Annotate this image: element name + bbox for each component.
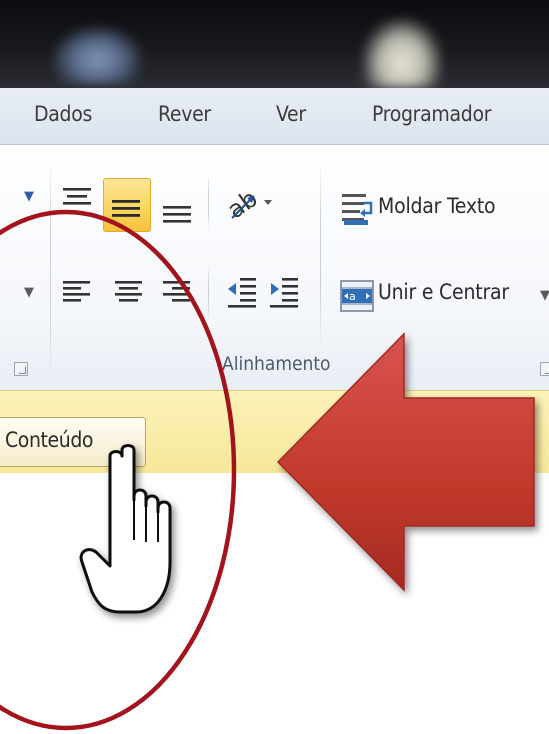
enable-content-label: Conteúdo (5, 428, 94, 452)
chevron-down-icon[interactable]: ▼ (24, 189, 34, 204)
chevron-down-icon[interactable]: ▼ (24, 285, 34, 300)
blurred-window-icon (50, 24, 145, 84)
alignment-group-label: Alinhamento (222, 353, 331, 375)
dialog-launcher-icon[interactable] (14, 362, 28, 376)
window-title-area (0, 0, 549, 88)
worksheet-area (0, 473, 549, 734)
divider (208, 265, 209, 320)
divider (320, 160, 321, 350)
blurred-document-icon (362, 18, 442, 88)
tab-ver[interactable]: Ver (276, 102, 306, 126)
align-bottom-icon[interactable] (162, 202, 192, 228)
align-center-icon[interactable] (114, 280, 144, 306)
enable-content-button[interactable]: Conteúdo (0, 417, 146, 467)
increase-indent-icon[interactable] (268, 276, 300, 310)
tab-dados[interactable]: Dados (34, 102, 92, 126)
dialog-launcher-icon[interactable] (540, 362, 549, 376)
align-right-icon[interactable] (162, 280, 192, 306)
align-top-icon[interactable] (62, 186, 92, 208)
merge-center-button[interactable]: a Unir e Centrar ▼ (336, 276, 549, 318)
svg-text:a: a (349, 290, 356, 303)
align-middle-icon[interactable] (111, 196, 141, 226)
text-orientation-icon[interactable]: ab (226, 186, 276, 226)
chevron-down-icon[interactable]: ▼ (540, 288, 549, 303)
wrap-text-button[interactable]: Moldar Texto (336, 188, 536, 230)
decrease-indent-icon[interactable] (226, 276, 258, 310)
wrap-text-label: Moldar Texto (378, 194, 496, 218)
merge-center-icon: a (340, 280, 376, 312)
divider (208, 175, 209, 230)
align-left-icon[interactable] (62, 280, 92, 306)
ribbon-tabs: Dados Rever Ver Programador (0, 88, 549, 145)
tab-programador[interactable]: Programador (372, 102, 492, 126)
tab-rever[interactable]: Rever (158, 102, 211, 126)
merge-center-label: Unir e Centrar (378, 280, 509, 304)
excel-window-zoomed: Dados Rever Ver Programador ▼ ▼ Moldar T… (0, 0, 549, 734)
wrap-text-icon (340, 192, 376, 226)
group-divider (50, 158, 51, 383)
